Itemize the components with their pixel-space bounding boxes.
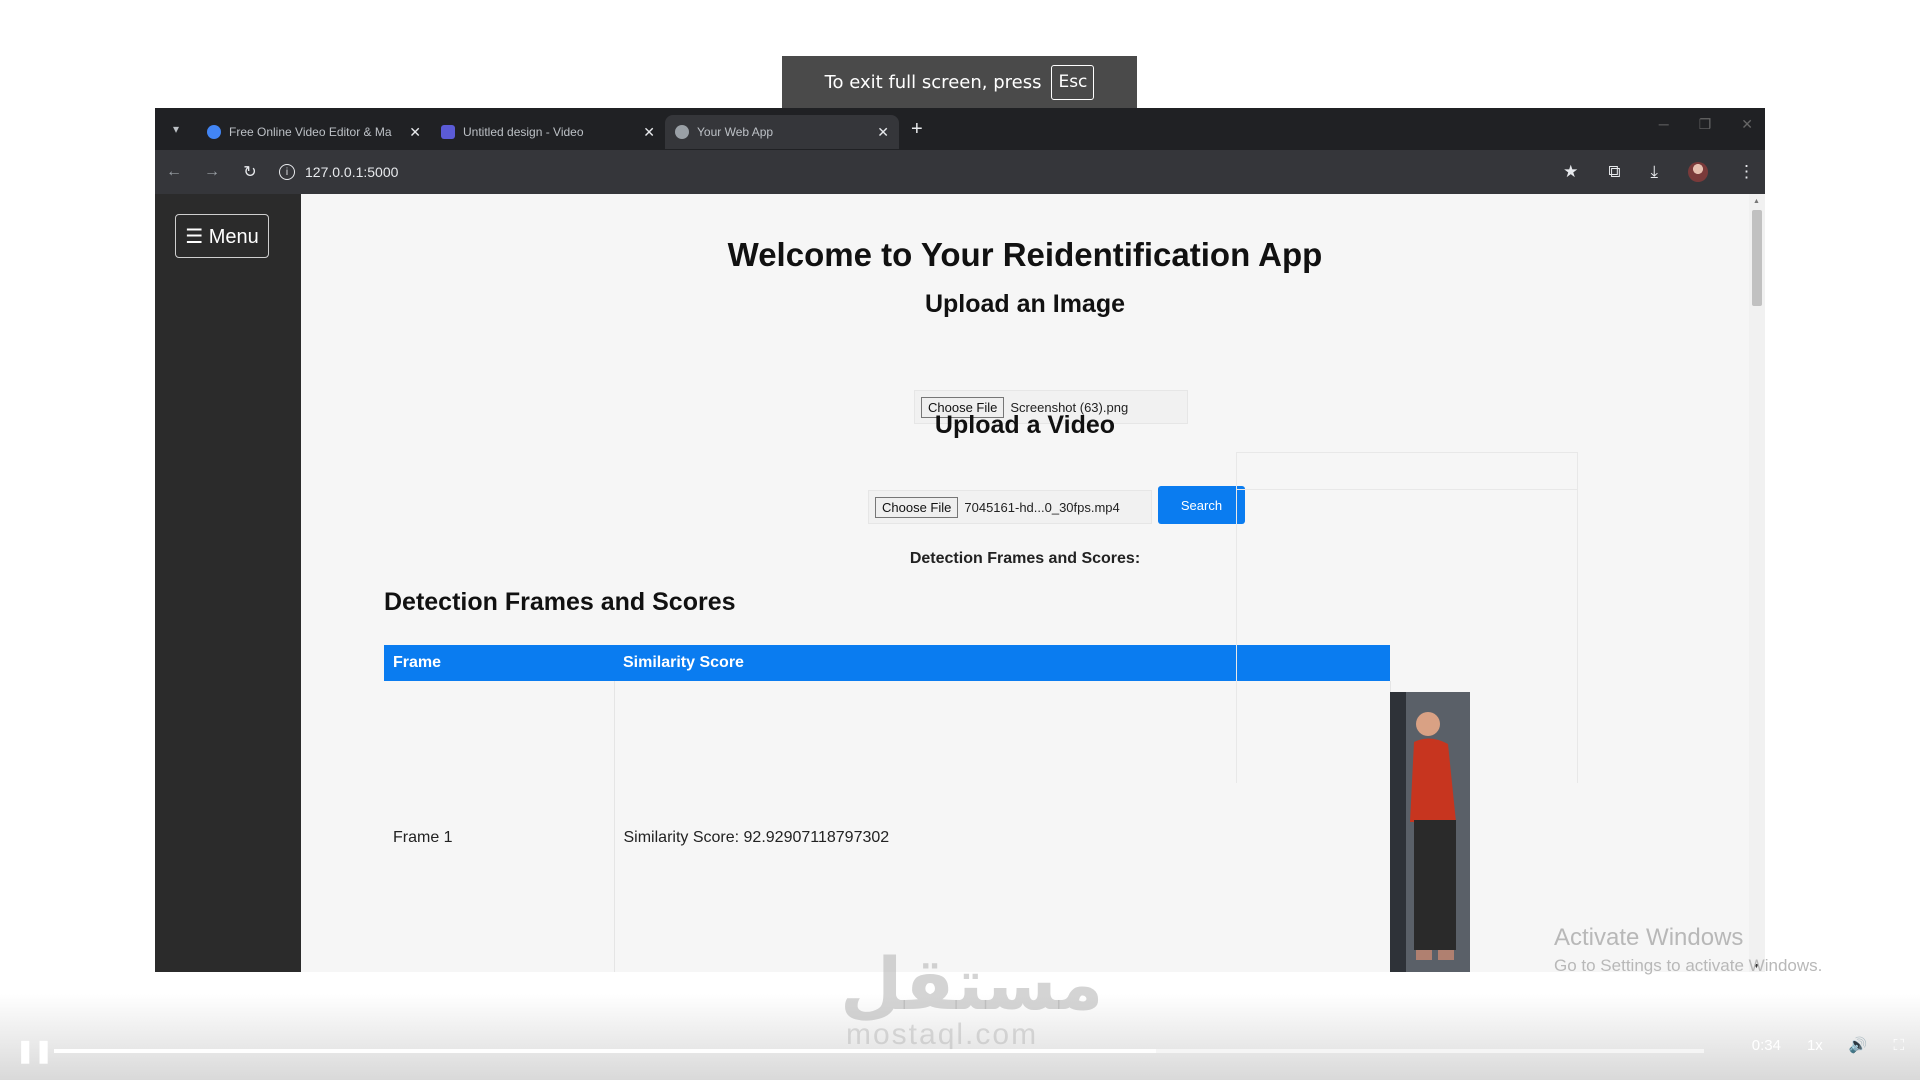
tab-title: Your Web App [697,125,774,139]
activate-windows-title: Activate Windows [1554,924,1744,951]
pause-icon[interactable]: ❚❚ [16,1038,53,1064]
minimize-icon[interactable]: ─ [1659,116,1669,133]
esc-key: Esc [1051,64,1095,100]
detection-heading: Detection Frames and Scores [384,588,736,616]
upload-video-heading: Upload a Video [934,411,1116,439]
upload-image-heading: Upload an Image [924,290,1126,318]
reload-icon[interactable]: ↻ [231,162,269,182]
time-display: 0:34 [1751,1036,1781,1054]
close-icon[interactable]: ✕ [877,124,889,141]
download-icon[interactable]: ⤓ [1650,162,1658,182]
search-button[interactable]: Search [1158,486,1245,524]
extensions-icon[interactable]: ⧉ [1608,162,1620,182]
window-controls: ─ ❐ ✕ [1659,116,1753,133]
watermark-subtext: mostaql.com [846,1018,1039,1051]
close-icon[interactable]: ✕ [643,124,655,141]
person-figure-icon [1390,692,1470,972]
frame-cell: Frame 1 [384,681,615,972]
close-window-icon[interactable]: ✕ [1741,116,1753,133]
video-file-name: 7045161-hd...0_30fps.mp4 [964,499,1120,515]
exit-fullscreen-icon[interactable]: ⛶ [1893,1037,1904,1054]
watermark-logo: مستقل [840,942,1104,1026]
progress-fill [54,1049,130,1053]
speed-button[interactable]: 1x [1807,1037,1823,1054]
buffered-bar [54,1049,1157,1053]
back-icon[interactable]: ← [155,163,193,181]
volume-icon[interactable]: 🔊 [1849,1036,1868,1054]
browser-toolbar: ← → ↻ i 127.0.0.1:5000 ★ ⧉ ⤓ ⋮ [155,150,1765,194]
close-icon[interactable]: ✕ [409,124,421,141]
activate-windows-notice: Activate Windows Go to Settings to activ… [1554,924,1822,976]
toolbar-actions: ★ ⧉ ⤓ ⋮ [1563,150,1755,194]
fullscreen-notice: To exit full screen, press Esc [782,56,1137,108]
forward-icon[interactable]: → [193,163,231,181]
more-menu-icon[interactable]: ⋮ [1738,162,1755,182]
sidebar: ☰ Menu [155,194,301,972]
tab-untitled-design[interactable]: Untitled design - Video ✕ [431,115,665,149]
bookmark-star-icon[interactable]: ★ [1563,162,1578,182]
column-header-frame: Frame [384,645,614,681]
url-text[interactable]: 127.0.0.1:5000 [305,164,398,180]
video-favicon-icon [441,125,455,139]
tab-title: Untitled design - Video [463,125,584,139]
page-scrollbar[interactable]: ▲ ▼ [1749,194,1765,972]
fullscreen-notice-text: To exit full screen, press [824,71,1042,93]
video-choose-file-button[interactable]: Choose File [875,496,959,518]
tab-your-web-app[interactable]: Your Web App ✕ [665,115,899,149]
scroll-up-icon[interactable]: ▲ [1753,198,1760,205]
activate-windows-subtitle: Go to Settings to activate Windows. [1554,956,1823,975]
new-tab-icon[interactable]: + [899,118,935,141]
tab-video-editor[interactable]: Free Online Video Editor & Ma ✕ [197,115,431,149]
scroll-thumb[interactable] [1752,210,1762,306]
progress-bar[interactable] [54,1049,1704,1053]
player-right-controls: 0:34 1x 🔊 ⛶ [1751,1036,1904,1055]
tab-bar: ▾ Free Online Video Editor & Ma ✕ Untitl… [155,108,1765,150]
profile-avatar[interactable] [1688,162,1708,182]
address-bar[interactable]: i 127.0.0.1:5000 [279,157,398,187]
page-title: Welcome to Your Reidentification App [727,236,1323,273]
detection-frame-image [1390,692,1470,972]
maximize-icon[interactable]: ❐ [1699,116,1712,133]
tab-search-icon[interactable]: ▾ [155,122,197,136]
video-editor-favicon-icon [207,125,221,139]
site-info-icon[interactable]: i [279,164,295,180]
menu-button[interactable]: ☰ Menu [175,214,269,258]
tab-title: Free Online Video Editor & Ma [229,125,392,139]
globe-icon [675,125,689,139]
video-file-input[interactable]: Choose File 7045161-hd...0_30fps.mp4 [868,490,1152,524]
image-column-header [1237,453,1577,490]
